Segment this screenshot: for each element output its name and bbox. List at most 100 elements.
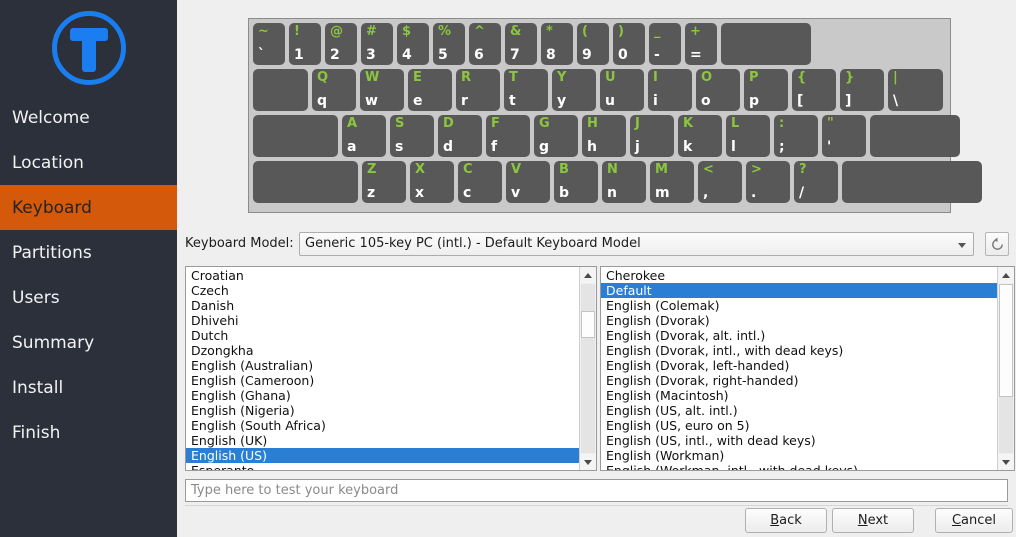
key-base-label: /: [799, 185, 805, 201]
sidebar-item-label: Partitions: [12, 242, 92, 263]
key-base-label: b: [559, 185, 570, 201]
key-base-label: q: [317, 93, 328, 109]
list-item[interactable]: English (Dvorak, alt. intl.): [601, 328, 997, 343]
sidebar-item-install[interactable]: Install: [0, 365, 177, 410]
scroll-down-button[interactable]: [580, 454, 596, 470]
key-z: Zz: [362, 161, 406, 203]
scroll-down-button[interactable]: [998, 454, 1014, 470]
sidebar-item-location[interactable]: Location: [0, 140, 177, 185]
key-base-label: z: [367, 185, 376, 201]
list-item[interactable]: Cherokee: [601, 268, 997, 283]
list-item[interactable]: English (Dvorak, left-handed): [601, 358, 997, 373]
keyboard-test-input[interactable]: Type here to test your keyboard: [185, 479, 1008, 502]
keyboard-model-row: Keyboard Model: Generic 105-key PC (intl…: [185, 232, 1009, 258]
list-item[interactable]: Dzongkha: [186, 343, 579, 358]
list-item[interactable]: Dutch: [186, 328, 579, 343]
sidebar-item-users[interactable]: Users: [0, 275, 177, 320]
cancel-button[interactable]: Cancel: [935, 508, 1013, 533]
list-item[interactable]: English (Ghana): [186, 388, 579, 403]
list-item[interactable]: English (Cameroon): [186, 373, 579, 388]
scroll-track-upper[interactable]: [581, 284, 595, 311]
keyboard-layout-list[interactable]: Croatian Czech Danish Dhivehi Dutch Dzongkha E…: [185, 266, 597, 471]
list-item[interactable]: Dhivehi: [186, 313, 579, 328]
key-shift-label: W: [365, 70, 380, 85]
sidebar-item-keyboard[interactable]: Keyboard: [0, 185, 177, 230]
list-item[interactable]: English (Dvorak): [601, 313, 997, 328]
keyboard-model-label: Keyboard Model:: [185, 236, 294, 251]
layout-list-scrollbar[interactable]: [579, 267, 596, 470]
key-base-label: [: [797, 93, 804, 109]
list-item[interactable]: English (Workman): [601, 448, 997, 463]
key-1: ! 1: [289, 23, 321, 65]
key-shift-label: R: [461, 70, 472, 85]
scroll-track-lower[interactable]: [581, 338, 595, 453]
sidebar-item-welcome[interactable]: Welcome: [0, 95, 177, 140]
key-shift-label: V: [511, 162, 522, 177]
next-button-accel: N: [857, 513, 868, 528]
list-item[interactable]: English (US, euro on 5): [601, 418, 997, 433]
list-item[interactable]: English (Colemak): [601, 298, 997, 313]
next-button-label: ext: [867, 513, 889, 528]
key-s: Ss: [390, 115, 434, 157]
key-base-label: 9: [582, 47, 592, 63]
key-shift-label: |: [893, 70, 898, 85]
sidebar: Welcome Location Keyboard Partitions Users Su…: [0, 0, 177, 537]
key-shift-label: Z: [367, 162, 377, 177]
key-base-label: k: [683, 139, 693, 155]
key-shift-label: >: [751, 162, 762, 177]
scroll-track-lower[interactable]: [999, 397, 1013, 453]
list-item[interactable]: English (US): [186, 448, 579, 463]
keyboard-model-dropdown[interactable]: Generic 105-key PC (intl.) - Default Key…: [299, 232, 974, 256]
key-base-label: l: [731, 139, 736, 155]
key-modifier-3-0: [253, 161, 358, 203]
keyboard-layout-items: Croatian Czech Danish Dhivehi Dutch Dzongkha E…: [186, 267, 579, 470]
key-modifier-2-12: [870, 115, 960, 157]
list-item[interactable]: English (Australian): [186, 358, 579, 373]
key-3: #3: [361, 23, 393, 65]
key-shift-label: Q: [317, 70, 329, 85]
list-item[interactable]: English (Dvorak, right-handed): [601, 373, 997, 388]
list-item[interactable]: English (Dvorak, intl., with dead keys): [601, 343, 997, 358]
key-modifier-1-0: [253, 69, 308, 111]
list-item[interactable]: English (Nigeria): [186, 403, 579, 418]
next-button[interactable]: Next: [832, 508, 914, 533]
sidebar-item-summary[interactable]: Summary: [0, 320, 177, 365]
list-item[interactable]: English (US, alt. intl.): [601, 403, 997, 418]
sidebar-item-finish[interactable]: Finish: [0, 410, 177, 455]
key-shift-label: ?: [799, 162, 807, 177]
list-item[interactable]: Czech: [186, 283, 579, 298]
scroll-thumb[interactable]: [581, 311, 595, 338]
sidebar-item-partitions[interactable]: Partitions: [0, 230, 177, 275]
sidebar-item-label: Location: [12, 152, 84, 173]
list-item[interactable]: English (South Africa): [186, 418, 579, 433]
keyboard-variant-list[interactable]: Cherokee Default English (Colemak) English …: [600, 266, 1015, 471]
key-f: Ff: [486, 115, 530, 157]
back-button[interactable]: Back: [745, 508, 827, 533]
list-item[interactable]: English (UK): [186, 433, 579, 448]
list-item[interactable]: Danish: [186, 298, 579, 313]
key-base-label: s: [395, 139, 404, 155]
scroll-up-button[interactable]: [998, 267, 1014, 283]
key-6: ^ 6: [469, 23, 501, 65]
sidebar-item-label: Finish: [12, 422, 61, 443]
keyboard-model-value: Generic 105-key PC (intl.) - Default Key…: [305, 236, 641, 251]
scroll-thumb[interactable]: [999, 284, 1013, 397]
key-,: <,: [698, 161, 742, 203]
chevron-down-icon: [958, 243, 966, 248]
key-shift-label: !: [294, 24, 300, 39]
list-item[interactable]: Default: [601, 283, 997, 298]
key-shift-label: N: [607, 162, 618, 177]
list-item[interactable]: Esperanto: [186, 463, 579, 470]
variant-list-scrollbar[interactable]: [997, 267, 1014, 470]
list-item[interactable]: English (Workman, intl., with dead keys): [601, 463, 997, 470]
refresh-button[interactable]: [985, 232, 1009, 256]
sidebar-item-label: Summary: [12, 332, 95, 353]
list-item[interactable]: English (US, intl., with dead keys): [601, 433, 997, 448]
key-base-label: 5: [438, 47, 448, 63]
key-base-label: 8: [546, 47, 556, 63]
key-base-label: 6: [474, 47, 484, 63]
scroll-up-button[interactable]: [580, 267, 596, 283]
list-item[interactable]: English (Macintosh): [601, 388, 997, 403]
keyboard-row-2: Qq Ww Ee Rr Tt Yy Uu Ii Oo Pp{[}] | \: [253, 69, 946, 111]
list-item[interactable]: Croatian: [186, 268, 579, 283]
